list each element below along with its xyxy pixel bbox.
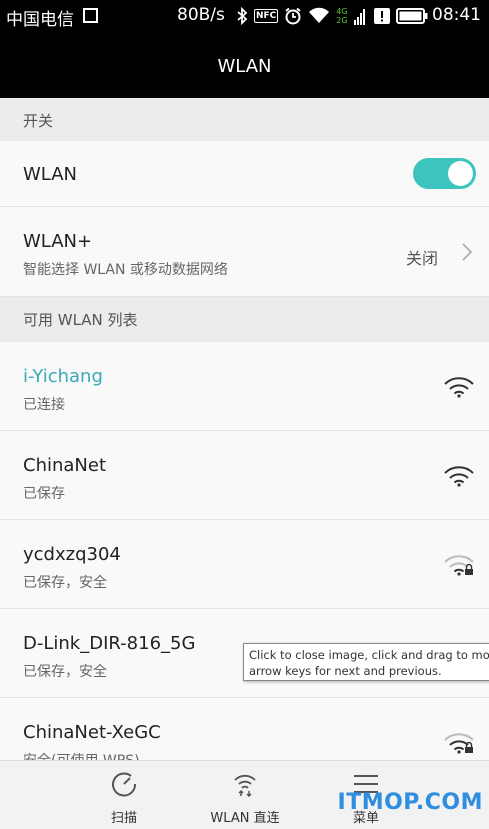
network-row[interactable]: i-Yichang 已连接: [0, 342, 489, 431]
wifi-signal-icon: [309, 7, 330, 23]
battery-icon: [395, 8, 428, 24]
action-bar: WLAN: [0, 32, 489, 98]
tooltip-line: Click to close image, click and drag to …: [249, 648, 489, 662]
network-row[interactable]: ycdxzq304 已保存，安全: [0, 520, 489, 609]
wlan-toggle-label: WLAN: [23, 164, 78, 185]
scan-icon: [112, 772, 137, 797]
network-ssid: ChinaNet-XeGC: [23, 722, 161, 743]
network-status: 已保存，安全: [23, 664, 107, 680]
network-ssid: ycdxzq304: [23, 544, 121, 565]
wifi-lock-icon: [444, 555, 474, 576]
status-bar: 中国电信 80B/s NFC 4G 2G 08:41: [0, 0, 489, 32]
bluetooth-icon: [237, 7, 248, 25]
toggle-knob: [448, 161, 473, 186]
wlan-plus-description: 智能选择 WLAN 或移动数据网络: [23, 262, 228, 278]
wlan-toggle-row[interactable]: WLAN: [0, 141, 489, 207]
network-status: 已保存，安全: [23, 575, 107, 591]
network-row[interactable]: ChinaNet-XeGC 安全(可使用 WPS): [0, 698, 489, 760]
wlan-toggle-switch[interactable]: [413, 158, 476, 189]
scan-label: 扫描: [110, 811, 137, 826]
chevron-right-icon: [462, 243, 472, 261]
network-row[interactable]: ChinaNet 已保存: [0, 431, 489, 520]
wifi-direct-icon: [234, 774, 256, 797]
cellular-signal-icon: [353, 9, 365, 25]
nfc-icon: NFC: [254, 9, 279, 23]
network-ssid: D-Link_DIR-816_5G: [23, 633, 196, 654]
wlan-direct-label: WLAN 直连: [210, 811, 280, 826]
wlan-plus-value: 关闭: [405, 249, 438, 268]
status-icons: NFC 4G 2G: [236, 4, 428, 28]
wifi-lock-icon: [444, 733, 474, 754]
wlan-plus-row[interactable]: WLAN+ 智能选择 WLAN 或移动数据网络 关闭: [0, 207, 489, 297]
section-header-switch: 开关: [0, 98, 489, 141]
watermark: ITMOP.COM: [337, 790, 483, 815]
network-status: 安全(可使用 WPS): [23, 750, 140, 760]
network-ssid: i-Yichang: [23, 366, 103, 387]
wlan-direct-button[interactable]: WLAN 直连: [185, 761, 305, 829]
network-type: 4G 2G: [336, 7, 348, 25]
image-viewer-tooltip: Click to close image, click and drag to …: [243, 643, 489, 681]
section-header-available: 可用 WLAN 列表: [0, 297, 489, 342]
tooltip-line: arrow keys for next and previous.: [249, 664, 442, 678]
alarm-icon: [285, 7, 301, 25]
carrier-label: 中国电信: [6, 10, 74, 30]
network-status: 已连接: [23, 397, 65, 413]
wifi-icon: [444, 377, 474, 398]
sim-icon: [83, 8, 98, 23]
notification-icon: [373, 8, 390, 24]
clock: 08:41: [432, 5, 481, 25]
page-title: WLAN: [217, 56, 272, 77]
network-status: 已保存: [23, 486, 65, 502]
wifi-icon: [444, 466, 474, 487]
scan-button[interactable]: 扫描: [64, 761, 184, 829]
network-ssid: ChinaNet: [23, 455, 107, 476]
wlan-plus-label: WLAN+: [23, 231, 93, 252]
network-speed: 80B/s: [177, 5, 225, 25]
